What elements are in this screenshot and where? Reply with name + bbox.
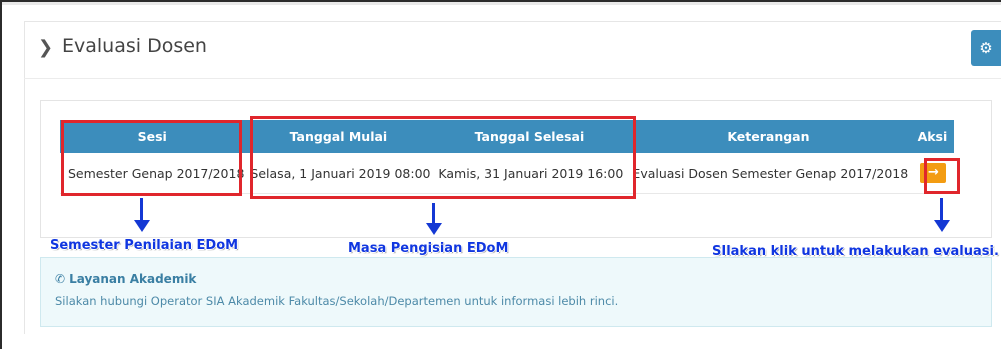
highlight-box-aksi: [924, 158, 960, 194]
highlight-box-tanggal: [250, 116, 636, 199]
column-header-aksi: Aksi: [910, 120, 955, 153]
panel-header: ❯ Evaluasi Dosen ⚙: [24, 22, 1001, 79]
column-header-keterangan: Keterangan: [626, 120, 911, 153]
gear-icon[interactable]: ⚙: [971, 30, 1001, 66]
arrow-down-icon: [932, 198, 952, 232]
arrow-down-icon: [424, 203, 444, 237]
info-title-label: Layanan Akademik: [69, 272, 197, 286]
arrow-down-icon: [132, 198, 152, 232]
info-title: ✆ Layanan Akademik: [55, 272, 196, 286]
annotation-masa: Masa Pengisian EDoM: [348, 241, 509, 256]
phone-icon: ✆: [55, 272, 66, 286]
frame-shadow: [2, 2, 1001, 5]
annotation-semester: Semester Penilaian EDoM: [50, 238, 239, 253]
highlight-box-sesi: [61, 120, 242, 196]
frame-left-border: [0, 0, 2, 349]
info-callout: ✆ Layanan Akademik Silakan hubungi Operat…: [40, 257, 992, 327]
chevron-right-icon[interactable]: ❯: [38, 37, 53, 58]
info-text: Silakan hubungi Operator SIA Akademik Fa…: [55, 294, 619, 308]
page-title: Evaluasi Dosen: [62, 35, 207, 57]
cell-keterangan: Evaluasi Dosen Semester Genap 2017/2018: [626, 153, 911, 194]
